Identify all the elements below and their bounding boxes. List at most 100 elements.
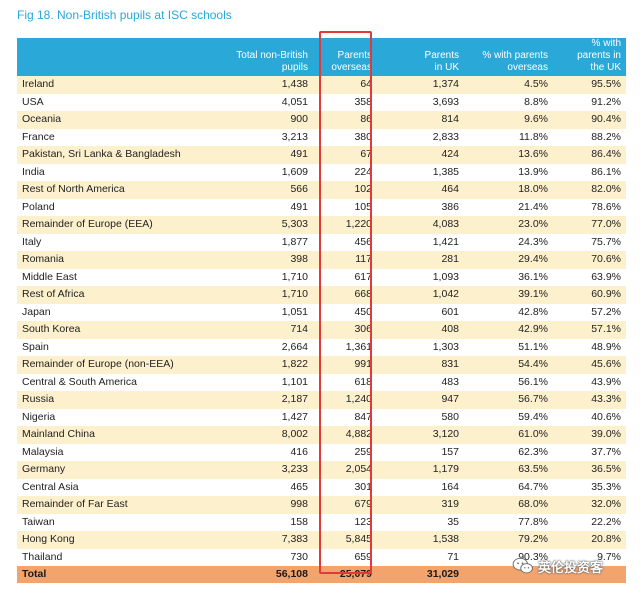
table-cell: 1,361 (313, 338, 377, 356)
table-cell: 358 (313, 93, 377, 111)
row-label: South Korea (17, 321, 189, 339)
table-cell: 62.3% (464, 443, 553, 461)
table-cell: 11.8% (464, 128, 553, 146)
column-header-4: % with parents overseas (464, 38, 553, 76)
table-cell: 1,042 (377, 286, 464, 304)
table-cell: 714 (189, 321, 313, 339)
table-cell: 29.4% (464, 251, 553, 269)
table-cell: 1,385 (377, 163, 464, 181)
table-cell: 1,051 (189, 303, 313, 321)
table-cell: 1,538 (377, 531, 464, 549)
table-cell: 1,427 (189, 408, 313, 426)
table-row: France 3,213 380 2,833 11.8% 88.2% (17, 128, 626, 146)
column-header-5: % with parents in the UK (553, 38, 626, 76)
table-row: Oceania 900 86 814 9.6% 90.4% (17, 111, 626, 129)
table-cell: 2,664 (189, 338, 313, 356)
table-cell: 56.7% (464, 391, 553, 409)
table-row: Central Asia 465 301 164 64.7% 35.3% (17, 478, 626, 496)
table-cell: 831 (377, 356, 464, 374)
table-cell: 3,233 (189, 461, 313, 479)
table-cell: 37.7% (553, 443, 626, 461)
table-cell: 77.0% (553, 216, 626, 234)
table-cell: 4.5% (464, 76, 553, 94)
table-cell: 63.9% (553, 268, 626, 286)
table-cell: 48.9% (553, 338, 626, 356)
table-cell: 4,083 (377, 216, 464, 234)
table-cell: 91.2% (553, 93, 626, 111)
table-cell: 398 (189, 251, 313, 269)
table-cell: 1,877 (189, 233, 313, 251)
row-label: Pakistan, Sri Lanka & Bangladesh (17, 146, 189, 164)
table-cell: 71 (377, 548, 464, 566)
table-cell: 42.8% (464, 303, 553, 321)
table-cell: 847 (313, 408, 377, 426)
table-row: Remainder of Europe (non-EEA) 1,822 991 831… (17, 356, 626, 374)
table-cell: 67 (313, 146, 377, 164)
table-row: Poland 491 105 386 21.4% 78.6% (17, 198, 626, 216)
table-cell: 424 (377, 146, 464, 164)
wechat-icon (512, 557, 533, 574)
column-header-2: Parents overseas (313, 38, 377, 76)
watermark: 英伦投资客 (512, 553, 628, 579)
row-label: Poland (17, 198, 189, 216)
table-cell: 57.1% (553, 321, 626, 339)
table-cell: 2,833 (377, 128, 464, 146)
row-label: Mainland China (17, 426, 189, 444)
table-row: Ireland 1,438 64 1,374 4.5% 95.5% (17, 76, 626, 94)
row-label: Rest of North America (17, 181, 189, 199)
table-cell: 22.2% (553, 513, 626, 531)
table-cell: 24.3% (464, 233, 553, 251)
total-cell: 25,079 (313, 566, 377, 583)
table-cell: 464 (377, 181, 464, 199)
row-label: Remainder of Far East (17, 496, 189, 514)
table-cell: 306 (313, 321, 377, 339)
table-cell: 601 (377, 303, 464, 321)
table-cell: 18.0% (464, 181, 553, 199)
total-label: Total (17, 566, 189, 583)
row-label: Central & South America (17, 373, 189, 391)
table-cell: 70.6% (553, 251, 626, 269)
table-cell: 281 (377, 251, 464, 269)
table-cell: 88.2% (553, 128, 626, 146)
table-row: Nigeria 1,427 847 580 59.4% 40.6% (17, 408, 626, 426)
table-cell: 95.5% (553, 76, 626, 94)
table-cell: 59.4% (464, 408, 553, 426)
table-row: Taiwan 158 123 35 77.8% 22.2% (17, 513, 626, 531)
table-row: Italy 1,877 456 1,421 24.3% 75.7% (17, 233, 626, 251)
table-cell: 1,303 (377, 338, 464, 356)
table-cell: 1,093 (377, 268, 464, 286)
table-row: Russia 2,187 1,240 947 56.7% 43.3% (17, 391, 626, 409)
table-cell: 259 (313, 443, 377, 461)
table-cell: 998 (189, 496, 313, 514)
row-label: Oceania (17, 111, 189, 129)
table-cell: 1,822 (189, 356, 313, 374)
table-cell: 86.1% (553, 163, 626, 181)
table-cell: 947 (377, 391, 464, 409)
table-cell: 35 (377, 513, 464, 531)
table-cell: 43.3% (553, 391, 626, 409)
table-cell: 224 (313, 163, 377, 181)
table-cell: 82.0% (553, 181, 626, 199)
table-cell: 408 (377, 321, 464, 339)
table-row: Remainder of Far East 998 679 319 68.0% 32.0% (17, 496, 626, 514)
table-cell: 483 (377, 373, 464, 391)
table-cell: 60.9% (553, 286, 626, 304)
table-row: Pakistan, Sri Lanka & Bangladesh 491 67 424… (17, 146, 626, 164)
row-label: Hong Kong (17, 531, 189, 549)
table-cell: 21.4% (464, 198, 553, 216)
table-cell: 9.6% (464, 111, 553, 129)
table-cell: 61.0% (464, 426, 553, 444)
table-cell: 157 (377, 443, 464, 461)
row-label: Germany (17, 461, 189, 479)
table-cell: 43.9% (553, 373, 626, 391)
row-label: USA (17, 93, 189, 111)
pupils-table: Total non-British pupils Parents overseas Pa… (17, 38, 626, 583)
table-row: Spain 2,664 1,361 1,303 51.1% 48.9% (17, 338, 626, 356)
row-label: Remainder of Europe (EEA) (17, 216, 189, 234)
table-cell: 1,374 (377, 76, 464, 94)
table-cell: 814 (377, 111, 464, 129)
table-row: Germany 3,233 2,054 1,179 63.5% 36.5% (17, 461, 626, 479)
table-cell: 7,383 (189, 531, 313, 549)
table-cell: 1,438 (189, 76, 313, 94)
table-cell: 1,609 (189, 163, 313, 181)
